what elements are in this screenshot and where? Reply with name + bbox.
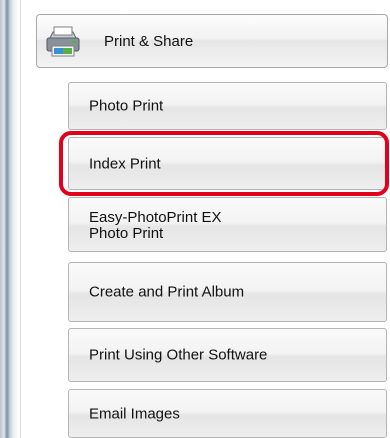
print-using-other-software-button[interactable]: Print Using Other Software	[68, 328, 387, 382]
index-print-highlight-box	[59, 131, 389, 196]
easy-photoprint-ex-button[interactable]: Easy-PhotoPrint EX Photo Print	[68, 197, 387, 252]
photo-print-label: Photo Print	[89, 97, 164, 115]
print-using-other-software-label: Print Using Other Software	[89, 346, 268, 364]
print-and-share-label: Print & Share	[104, 33, 194, 50]
email-images-button[interactable]: Email Images	[68, 389, 387, 438]
photo-print-button[interactable]: Photo Print	[68, 82, 387, 130]
easy-photoprint-ex-label-line2: Photo Print	[89, 225, 164, 242]
window-left-edge	[0, 0, 20, 438]
easy-photoprint-ex-label-line1: Easy-PhotoPrint EX	[89, 209, 222, 226]
create-and-print-album-button[interactable]: Create and Print Album	[68, 262, 387, 322]
printer-icon	[46, 26, 80, 57]
panel-divider	[20, 0, 21, 438]
print-and-share-button[interactable]: Print & Share	[36, 14, 388, 68]
email-images-label: Email Images	[89, 405, 180, 422]
create-and-print-album-label: Create and Print Album	[89, 283, 245, 301]
